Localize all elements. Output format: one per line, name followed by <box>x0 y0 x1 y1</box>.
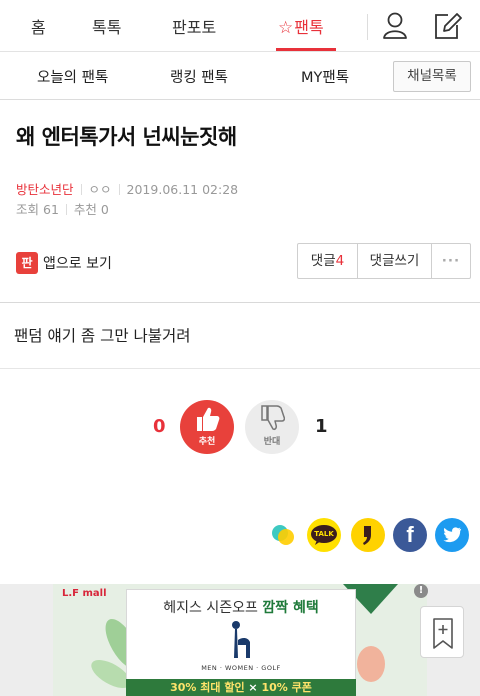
thumbs-up-icon <box>197 407 220 431</box>
meta-divider <box>65 204 67 215</box>
more-button[interactable]: ··· <box>432 244 470 278</box>
thumbs-down-icon <box>261 405 285 430</box>
write-icon[interactable] <box>432 10 462 42</box>
tab-toktok[interactable]: 톡톡 <box>92 14 121 38</box>
ad-info-icon[interactable]: ! <box>414 584 428 598</box>
tab-home[interactable]: 홈 <box>31 14 46 38</box>
hazzys-dog-logo <box>228 620 254 660</box>
divider <box>0 368 480 369</box>
downvote-button[interactable]: 반대 <box>245 400 299 454</box>
active-tab-indicator <box>276 48 336 51</box>
user-icon[interactable] <box>380 10 410 42</box>
post-datetime: 2019.06.11 02:28 <box>126 182 239 197</box>
twitter-icon[interactable] <box>435 518 469 552</box>
post-meta: 방탄소년단 ㅇㅇ 2019.06.11 02:28 <box>16 179 238 198</box>
downvote-label: 반대 <box>263 437 281 447</box>
sub-nav: 오늘의 팬톡 랭킹 팬톡 MY팬톡 채널목록 <box>0 52 480 100</box>
write-comment-button[interactable]: 댓글쓰기 <box>358 244 432 278</box>
nav-divider <box>367 14 368 40</box>
comments-button[interactable]: 댓글4 <box>298 244 358 278</box>
recommend-label: 추천 <box>73 202 97 217</box>
bookmark-icon <box>433 618 453 649</box>
kakaotalk-text: TALK <box>314 530 334 538</box>
bookmark-button[interactable] <box>420 606 464 658</box>
ad-offer-b: 10% 쿠폰 <box>261 681 312 694</box>
comments-count: 4 <box>335 253 345 269</box>
facebook-icon[interactable]: f <box>393 518 427 552</box>
tab-panphoto[interactable]: 판포토 <box>172 14 216 38</box>
recommend-count: 0 <box>100 202 109 217</box>
subnav-ranking-fantalk[interactable]: 랭킹 팬톡 <box>170 66 228 87</box>
downvote-count: 1 <box>315 416 328 437</box>
meta-divider <box>118 184 120 195</box>
ad-offer-bar: 30% 최대 할인 × 10% 쿠폰 <box>126 679 356 696</box>
comments-label: 댓글 <box>310 253 336 269</box>
meta-divider <box>80 184 82 195</box>
ad-offer-a: 30% 최대 할인 <box>170 681 245 694</box>
subnav-today-fantalk[interactable]: 오늘의 팬톡 <box>37 66 108 87</box>
post-author[interactable]: 방탄소년단 <box>16 182 74 197</box>
comment-actions: 댓글4 댓글쓰기 ··· <box>297 243 471 279</box>
kakaotalk-icon[interactable]: TALK <box>307 518 341 552</box>
post-body: 팬덤 얘기 좀 그만 나불거려 <box>14 327 191 345</box>
app-view-link[interactable]: 판 앱으로 보기 <box>16 250 112 276</box>
upvote-count: 0 <box>153 416 166 437</box>
ad-subline: MEN · WOMEN · GOLF <box>201 664 281 672</box>
kakaostory-icon[interactable] <box>351 518 385 552</box>
divider <box>0 302 480 303</box>
upvote-button[interactable]: 추천 <box>180 400 234 454</box>
ad-brand-logo: L.F mall <box>62 588 107 599</box>
post-author-extra: ㅇㅇ <box>88 182 112 197</box>
ad-headline-highlight: 깜짝 혜택 <box>262 600 319 616</box>
story-icon[interactable] <box>266 518 300 552</box>
tab-fantalk[interactable]: ☆팬톡 <box>278 14 324 38</box>
post-title: 왜 엔터톡가서 넌씨눈짓해 <box>16 125 237 149</box>
pann-app-icon: 판 <box>16 252 38 274</box>
tab-fantalk-label: 팬톡 <box>294 18 324 37</box>
ad-headline: 헤지스 시즌오프 깜짝 혜택 <box>126 597 356 617</box>
views-count: 61 <box>43 202 59 217</box>
views-label: 조회 <box>16 202 40 217</box>
upvote-label: 추천 <box>198 437 216 447</box>
ad-offer-sep: × <box>248 681 258 694</box>
star-icon: ☆ <box>278 18 294 38</box>
post-stats: 조회 61 추천 0 <box>16 199 109 218</box>
channel-list-button[interactable]: 채널목록 <box>393 61 471 92</box>
subnav-my-fantalk[interactable]: MY팬톡 <box>301 66 349 87</box>
app-view-label: 앱으로 보기 <box>43 256 112 272</box>
top-nav: 홈 톡톡 판포토 ☆팬톡 <box>0 0 480 52</box>
ad-headline-plain: 헤지스 시즌오프 <box>163 600 258 616</box>
